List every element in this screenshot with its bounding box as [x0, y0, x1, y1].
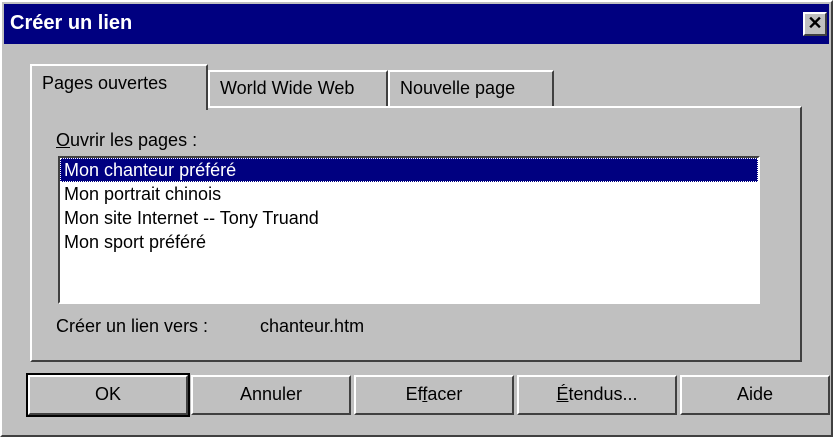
- open-pages-listbox[interactable]: Mon chanteur préféré Mon portrait chinoi…: [58, 156, 760, 304]
- tab-label: Pages ouvertes: [42, 73, 168, 93]
- close-icon: ✕: [807, 13, 823, 33]
- clear-button[interactable]: Effacer: [354, 375, 514, 415]
- list-item[interactable]: Mon site Internet -- Tony Truand: [60, 206, 758, 230]
- pages-list-label: Ouvrir les pages :: [56, 130, 197, 151]
- pages-list-label-text: uvrir les pages :: [70, 130, 198, 150]
- extended-label-end: tendus...: [568, 384, 638, 404]
- ok-button[interactable]: OK: [26, 373, 190, 417]
- accelerator-key: O: [56, 130, 71, 150]
- close-button[interactable]: ✕: [803, 12, 827, 36]
- list-item[interactable]: Mon portrait chinois: [60, 182, 758, 206]
- link-target-label: Créer un lien vers :: [56, 316, 209, 336]
- extended-button[interactable]: Étendus...: [517, 375, 677, 415]
- help-button-label: Aide: [736, 384, 774, 404]
- cancel-button[interactable]: Annuler: [191, 375, 351, 415]
- clear-label-end: acer: [427, 384, 463, 404]
- tab-label: Nouvelle page: [400, 78, 516, 98]
- window-title: Créer un lien: [10, 12, 133, 34]
- tab-world-wide-web[interactable]: World Wide Web: [208, 70, 388, 108]
- extended-accelerator: É: [556, 384, 569, 404]
- cancel-button-label: Annuler: [239, 384, 303, 404]
- tab-pages-ouvertes[interactable]: Pages ouvertes: [30, 64, 208, 110]
- tab-nouvelle-page[interactable]: Nouvelle page: [388, 70, 554, 108]
- clear-label-start: Ef: [405, 384, 423, 404]
- ok-button-label: OK: [94, 384, 121, 404]
- title-bar[interactable]: Créer un lien ✕: [4, 4, 829, 44]
- tab-label: World Wide Web: [220, 78, 355, 98]
- dialog-window: Créer un lien ✕ Pages ouvertes World Wid…: [0, 0, 833, 437]
- tab-panel-pages-ouvertes: Ouvrir les pages : Mon chanteur préféré …: [30, 106, 802, 362]
- link-target-value: chanteur.htm: [260, 316, 365, 336]
- help-button[interactable]: Aide: [680, 375, 830, 415]
- list-item[interactable]: Mon sport préféré: [60, 230, 758, 254]
- list-item[interactable]: Mon chanteur préféré: [60, 158, 758, 182]
